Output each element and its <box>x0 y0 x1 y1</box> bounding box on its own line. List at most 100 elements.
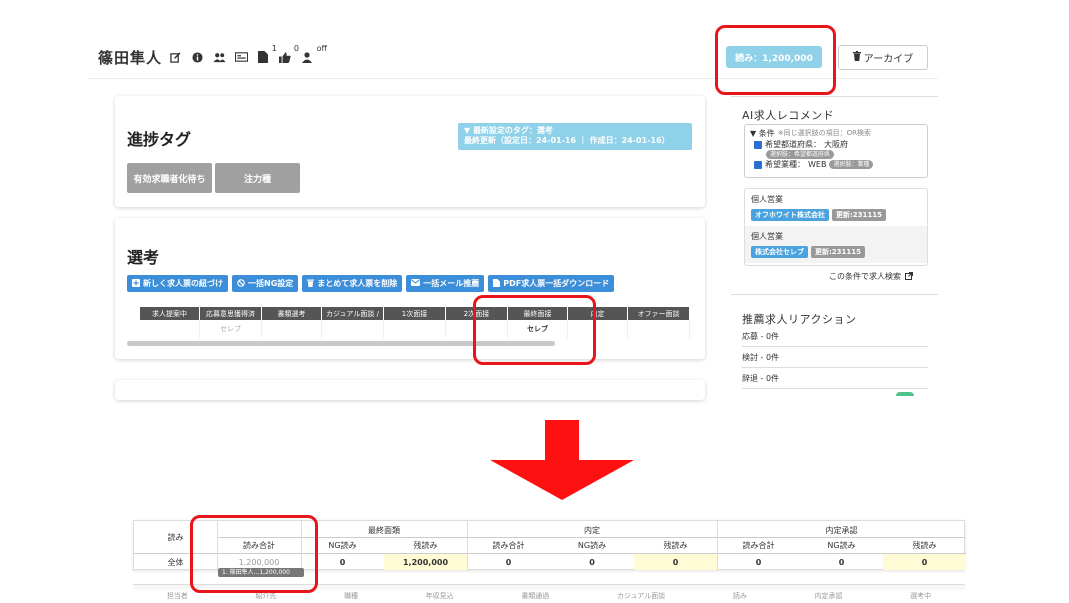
recommend-item[interactable]: 個人営業 オフホワイト株式会社 更新:231115 <box>745 189 927 226</box>
value-accepted-total: 0 <box>755 557 762 567</box>
latest-tag-line: ▼ 最新設定のタグ：選考 <box>464 126 553 135</box>
group-offer: 内定 <box>584 526 600 535</box>
tag-active-seeker[interactable]: 有効求職者化待ち <box>127 163 212 193</box>
value-accepted-remaining: 0 <box>883 554 966 570</box>
col-casual: カジュアル面談 / <box>322 307 384 320</box>
link-new-job-label: 新しく求人票の紐づけ <box>143 279 223 288</box>
condition-header[interactable]: ▼ 条件 ※同じ選択肢の項目：OR検索 <box>750 128 922 139</box>
green-indicator <box>896 392 914 396</box>
pdf-download-label: PDF求人票一括ダウンロード <box>503 279 610 288</box>
value-offer-total: 0 <box>505 557 512 567</box>
col-proposing: 求人提案中 <box>140 307 200 320</box>
bulk-delete-button[interactable]: まとめて求人票を削除 <box>302 275 403 292</box>
header-icon-bar: 1 0 off <box>167 44 327 64</box>
trash-icon <box>852 51 861 64</box>
condition-prefecture-label: 希望都道府県： <box>765 140 821 149</box>
ban-icon <box>237 278 245 289</box>
selection-table-header: 求人提案中 応募意思獲得済 書類選考 カジュアル面談 / 1次面接 2次面接 最… <box>140 307 690 320</box>
archive-label: アーカイブ <box>863 54 914 65</box>
info-icon[interactable] <box>189 50 205 64</box>
cell-proposing <box>140 320 200 338</box>
next-col: 選考中 <box>910 592 932 600</box>
next-col: 職種 <box>344 592 359 600</box>
link-new-job-button[interactable]: 新しく求人票の紐づけ <box>127 275 228 292</box>
condition-prefecture[interactable]: 希望都道府県： 大阪府 <box>754 139 922 150</box>
checkbox-checked-icon[interactable] <box>754 160 762 169</box>
user-off-icon[interactable]: off <box>299 44 327 64</box>
reaction-consider: 検討 - 0件 <box>742 352 928 368</box>
selection-table-row: セレブ セレブ <box>140 320 690 338</box>
next-col: 年収見込 <box>425 592 454 600</box>
condition-industry-value: WEB <box>808 160 827 169</box>
value-final-remaining: 1,200,000 <box>384 554 467 570</box>
off-badge: off <box>316 44 327 53</box>
recommend-update: 更新:231115 <box>832 209 887 221</box>
external-link-icon <box>905 271 913 282</box>
reaction-title: 推薦求人リアクション <box>742 313 857 326</box>
archive-button[interactable]: アーカイブ <box>838 45 928 70</box>
condition-search-label: この条件で求人検索 <box>829 272 901 281</box>
highlight-yomi-total <box>190 515 318 593</box>
thumbs-up-icon[interactable]: 0 <box>277 44 299 64</box>
sub-remaining: 残読み <box>663 541 688 550</box>
col-first: 1次面接 <box>384 307 446 320</box>
doc-icon[interactable]: 1 <box>255 44 277 64</box>
recommend-update: 更新:231115 <box>811 246 866 258</box>
recommend-item[interactable]: 個人営業 株式会社セレブ 更新:231115 <box>745 226 927 263</box>
cell-applied[interactable]: セレブ <box>200 320 262 338</box>
sub-yomi-total: 読み合計 <box>742 541 775 550</box>
sub-remaining: 残読み <box>912 541 937 550</box>
condition-search-link[interactable]: この条件で求人検索 <box>829 271 913 282</box>
tag-focus[interactable]: 注力種 <box>215 163 300 193</box>
bulk-ng-button[interactable]: 一括NG設定 <box>232 275 299 292</box>
value-offer-remaining: 0 <box>634 554 717 570</box>
trash-icon <box>307 279 315 289</box>
bulk-ng-label: 一括NG設定 <box>248 279 294 288</box>
condition-prefecture-value: 大阪府 <box>824 140 848 149</box>
col-document: 書類選考 <box>262 307 322 320</box>
side-divider-top <box>731 96 938 97</box>
condition-prefecture-pill-row: 選択肢：希望都道府県 <box>766 150 922 159</box>
pdf-download-button[interactable]: PDF求人票一括ダウンロード <box>488 275 615 292</box>
condition-box: ▼ 条件 ※同じ選択肢の項目：OR検索 希望都道府県： 大阪府 選択肢：希望都道… <box>744 124 928 178</box>
cell-first <box>384 320 446 338</box>
condition-header-label: ▼ 条件 <box>750 129 775 138</box>
recommend-company[interactable]: オフホワイト株式会社 <box>751 209 829 221</box>
reaction-decline: 辞退 - 0件 <box>742 373 928 389</box>
recommend-list: 個人営業 オフホワイト株式会社 更新:231115 個人営業 株式会社セレブ 更… <box>744 188 928 266</box>
recommend-company[interactable]: 株式会社セレブ <box>751 246 808 258</box>
cell-offer-meeting <box>628 320 690 338</box>
condition-industry[interactable]: 希望業種： WEB 選択肢：業種 <box>754 159 922 170</box>
users-icon[interactable] <box>211 50 227 64</box>
cell-document <box>262 320 322 338</box>
down-arrow-shaft <box>545 420 579 460</box>
next-col: 読み <box>732 592 747 600</box>
bulk-delete-label: まとめて求人票を削除 <box>317 279 398 288</box>
selection-title: 選考 <box>127 248 160 267</box>
condition-note: ※同じ選択肢の項目：OR検索 <box>777 129 871 137</box>
mail-icon <box>411 279 421 288</box>
bulk-mail-button[interactable]: 一括メール推薦 <box>406 275 485 292</box>
bulk-mail-label: 一括メール推薦 <box>423 279 480 288</box>
progress-tag-title: 進捗タグ <box>127 130 192 149</box>
selection-actions: 新しく求人票の紐づけ 一括NG設定 まとめて求人票を削除 一括メール推薦 PDF… <box>127 275 615 292</box>
value-accepted-ng: 0 <box>838 557 845 567</box>
checkbox-checked-icon[interactable] <box>754 140 762 149</box>
down-arrow-icon <box>490 460 634 500</box>
latest-update-line: 最終更新（設定日：24-01-16 ｜ 作成日：24-01-16） <box>464 136 670 145</box>
card-icon[interactable] <box>233 50 249 64</box>
highlight-final-interview <box>473 295 596 365</box>
next-col: 担当者 <box>166 592 188 600</box>
next-col: 書類通過 <box>521 592 550 600</box>
condition-prefecture-pill: 選択肢：希望都道府県 <box>766 150 835 159</box>
group-final-interview: 最終面類 <box>368 526 400 535</box>
candidate-name: 篠田隼人 <box>98 49 163 67</box>
value-offer-ng: 0 <box>589 557 595 567</box>
sub-ng-yomi: NG読み <box>577 541 607 550</box>
latest-tag-info[interactable]: ▼ 最新設定のタグ：選考 最終更新（設定日：24-01-16 ｜ 作成日：24-… <box>458 123 692 150</box>
cell-casual <box>322 320 384 338</box>
recommend-job-type: 個人営業 <box>751 232 783 241</box>
edit-icon[interactable] <box>167 50 183 64</box>
file-icon <box>493 278 501 289</box>
sub-yomi-total: 読み合計 <box>492 541 525 550</box>
